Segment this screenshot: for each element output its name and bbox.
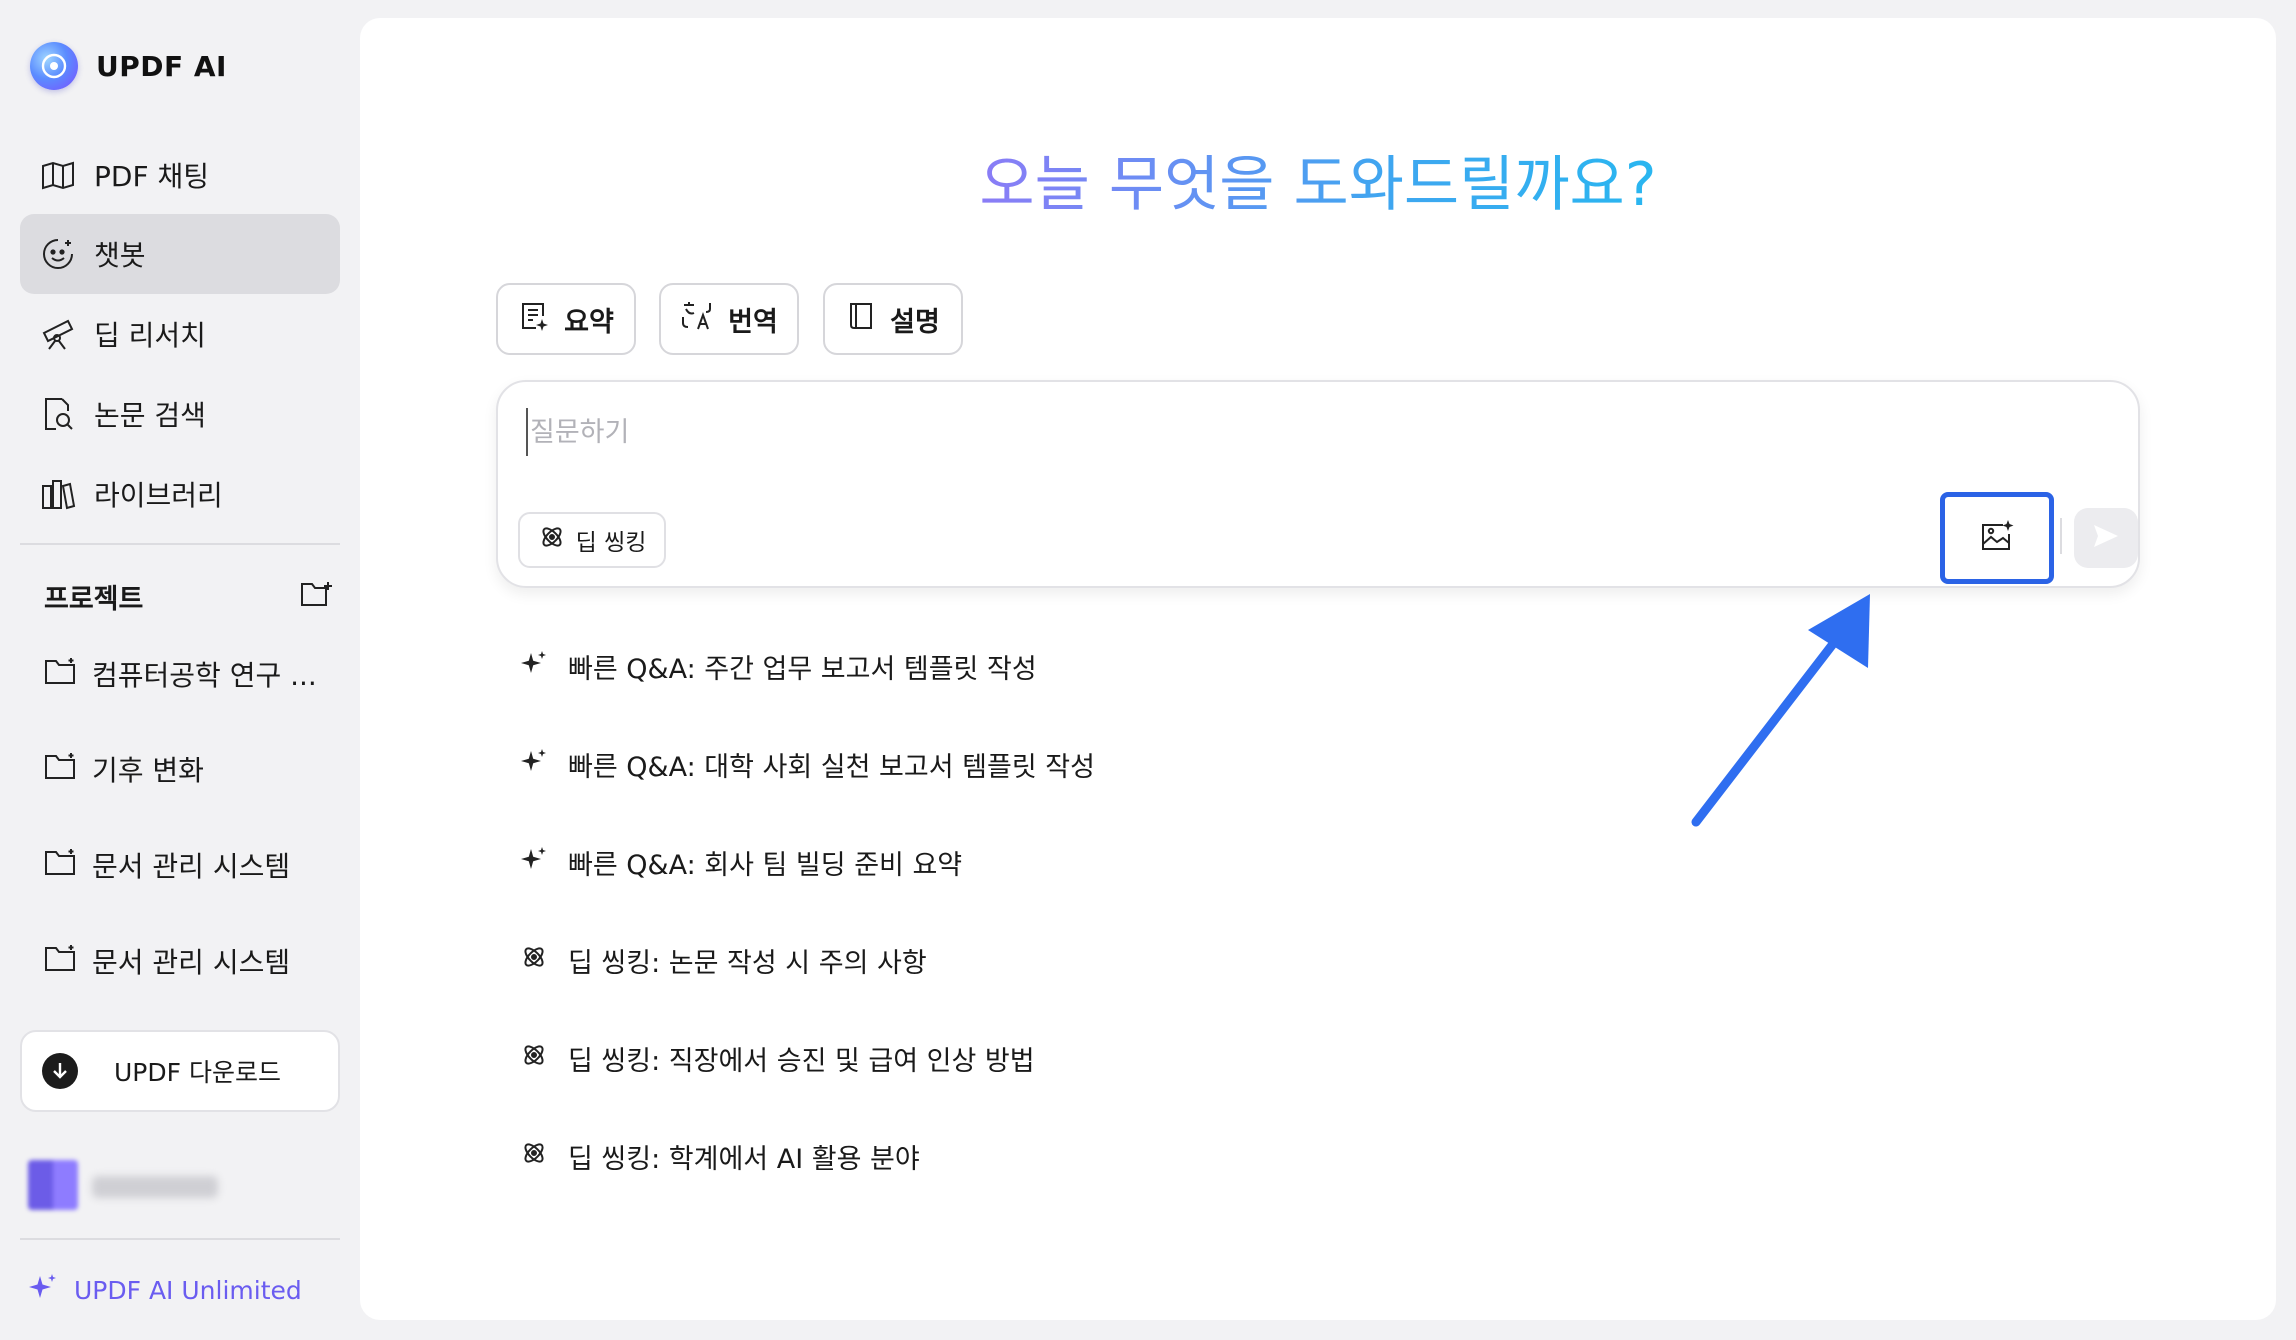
main-panel: 오늘 무엇을 도와드릴까요? 요약 번역 설명 질문하기 딥 씽킹 빠른 Q&A… xyxy=(360,18,2276,1320)
projects-header: 프로젝트 xyxy=(44,574,334,618)
atom-icon xyxy=(520,943,548,978)
deep-thinking-button[interactable]: 딥 씽킹 xyxy=(518,512,666,568)
project-label: 기후 변화 xyxy=(92,754,204,787)
deep-thinking-label: 딥 씽킹 xyxy=(575,530,647,556)
image-sparkle-icon xyxy=(1979,519,2015,557)
new-folder-icon[interactable] xyxy=(300,579,334,613)
project-label: 문서 관리 시스템 xyxy=(92,946,291,979)
question-input[interactable] xyxy=(526,408,1726,456)
chatbot-face-icon xyxy=(40,236,76,272)
chip-explain[interactable]: 설명 xyxy=(823,283,963,355)
suggestion-text: 딥 씽킹: 논문 작성 시 주의 사항 xyxy=(568,947,927,979)
sidebar-item-paper-search[interactable]: 논문 검색 xyxy=(20,374,340,454)
sidebar-item-label: 챗봇 xyxy=(94,239,146,272)
library-books-icon xyxy=(40,476,76,512)
sidebar-item-deep-research[interactable]: 딥 리서치 xyxy=(20,294,340,374)
send-button[interactable] xyxy=(2074,508,2138,568)
suggestion-item[interactable]: 빠른 Q&A: 대학 사회 실천 보고서 템플릿 작성 xyxy=(520,742,1095,786)
sparkle-icon xyxy=(520,747,548,782)
download-label: UPDF 다운로드 xyxy=(114,1058,281,1087)
project-item[interactable]: 문서 관리 시스템 xyxy=(44,937,340,985)
sidebar: UPDF AI PDF 채팅 챗봇 딥 리서치 논문 검색 라이브러리 프로젝트… xyxy=(0,0,356,1340)
brand-name: UPDF AI xyxy=(96,49,227,83)
download-button[interactable]: UPDF 다운로드 xyxy=(20,1030,340,1112)
book-sparkle-icon xyxy=(40,157,76,193)
book-icon xyxy=(846,300,876,339)
folder-icon xyxy=(44,751,78,788)
sidebar-item-label: 라이브러리 xyxy=(94,479,223,512)
sparkle-icon xyxy=(520,649,548,684)
sidebar-item-library[interactable]: 라이브러리 xyxy=(20,454,340,534)
sidebar-item-pdf-chat[interactable]: PDF 채팅 xyxy=(20,135,340,215)
avatar[interactable] xyxy=(28,1160,78,1210)
folder-icon xyxy=(44,656,78,693)
chat-input-box: 딥 씽킹 xyxy=(496,380,2140,588)
suggestion-item[interactable]: 빠른 Q&A: 회사 팀 빌딩 준비 요약 xyxy=(520,840,962,884)
suggestion-text: 딥 씽킹: 직장에서 승진 및 급여 인상 방법 xyxy=(568,1045,1035,1077)
suggestion-item[interactable]: 딥 씽킹: 직장에서 승진 및 급여 인상 방법 xyxy=(520,1036,1035,1080)
page-title: 오늘 무엇을 도와드릴까요? xyxy=(979,150,1657,220)
sparkle-icon xyxy=(28,1272,58,1308)
project-item[interactable]: 문서 관리 시스템 xyxy=(44,841,340,889)
sidebar-divider xyxy=(20,1238,340,1240)
sidebar-divider xyxy=(20,543,340,545)
separator xyxy=(2060,518,2062,554)
image-generate-button[interactable] xyxy=(1940,492,2054,584)
suggestion-item[interactable]: 딥 씽킹: 논문 작성 시 주의 사항 xyxy=(520,938,927,982)
project-item[interactable]: 기후 변화 xyxy=(44,745,340,793)
sidebar-item-label: 딥 리서치 xyxy=(94,319,206,352)
chip-translate[interactable]: 번역 xyxy=(659,283,799,355)
document-search-icon xyxy=(40,396,76,432)
sidebar-item-label: PDF 채팅 xyxy=(94,160,209,193)
sidebar-item-label: 논문 검색 xyxy=(94,399,206,432)
chip-label: 설명 xyxy=(890,306,940,338)
suggestion-text: 빠른 Q&A: 대학 사회 실천 보고서 템플릿 작성 xyxy=(568,751,1095,783)
atom-icon xyxy=(520,1041,548,1076)
chip-summary[interactable]: 요약 xyxy=(496,283,636,355)
brand[interactable]: UPDF AI xyxy=(30,40,227,92)
suggestion-text: 빠른 Q&A: 주간 업무 보고서 템플릿 작성 xyxy=(568,653,1037,685)
projects-label: 프로젝트 xyxy=(44,583,144,615)
suggestion-text: 딥 씽킹: 학계에서 AI 활용 분야 xyxy=(568,1143,920,1175)
unlimited-link[interactable]: UPDF AI Unlimited xyxy=(28,1270,302,1310)
project-label: 문서 관리 시스템 xyxy=(92,850,291,883)
telescope-icon xyxy=(40,316,76,352)
unlimited-label: UPDF AI Unlimited xyxy=(74,1275,302,1305)
sidebar-item-chatbot[interactable]: 챗봇 xyxy=(20,214,340,294)
updf-logo-icon xyxy=(30,42,78,90)
atom-icon xyxy=(520,1139,548,1174)
sparkle-icon xyxy=(520,845,548,880)
project-label: 컴퓨터공학 연구 ... xyxy=(92,659,317,692)
translate-icon xyxy=(680,299,714,340)
chip-label: 요약 xyxy=(564,306,614,338)
project-item[interactable]: 컴퓨터공학 연구 ... xyxy=(44,650,340,698)
summary-doc-icon xyxy=(518,300,550,339)
suggestion-item[interactable]: 빠른 Q&A: 주간 업무 보고서 템플릿 작성 xyxy=(520,644,1037,688)
suggestion-item[interactable]: 딥 씽킹: 학계에서 AI 활용 분야 xyxy=(520,1134,920,1178)
folder-icon xyxy=(44,847,78,884)
send-icon xyxy=(2092,523,2120,553)
suggestion-text: 빠른 Q&A: 회사 팀 빌딩 준비 요약 xyxy=(568,849,963,881)
user-name-blurred xyxy=(92,1176,218,1198)
chip-label: 번역 xyxy=(728,306,778,338)
folder-icon xyxy=(44,943,78,980)
download-icon xyxy=(42,1053,78,1089)
atom-icon xyxy=(538,523,566,557)
